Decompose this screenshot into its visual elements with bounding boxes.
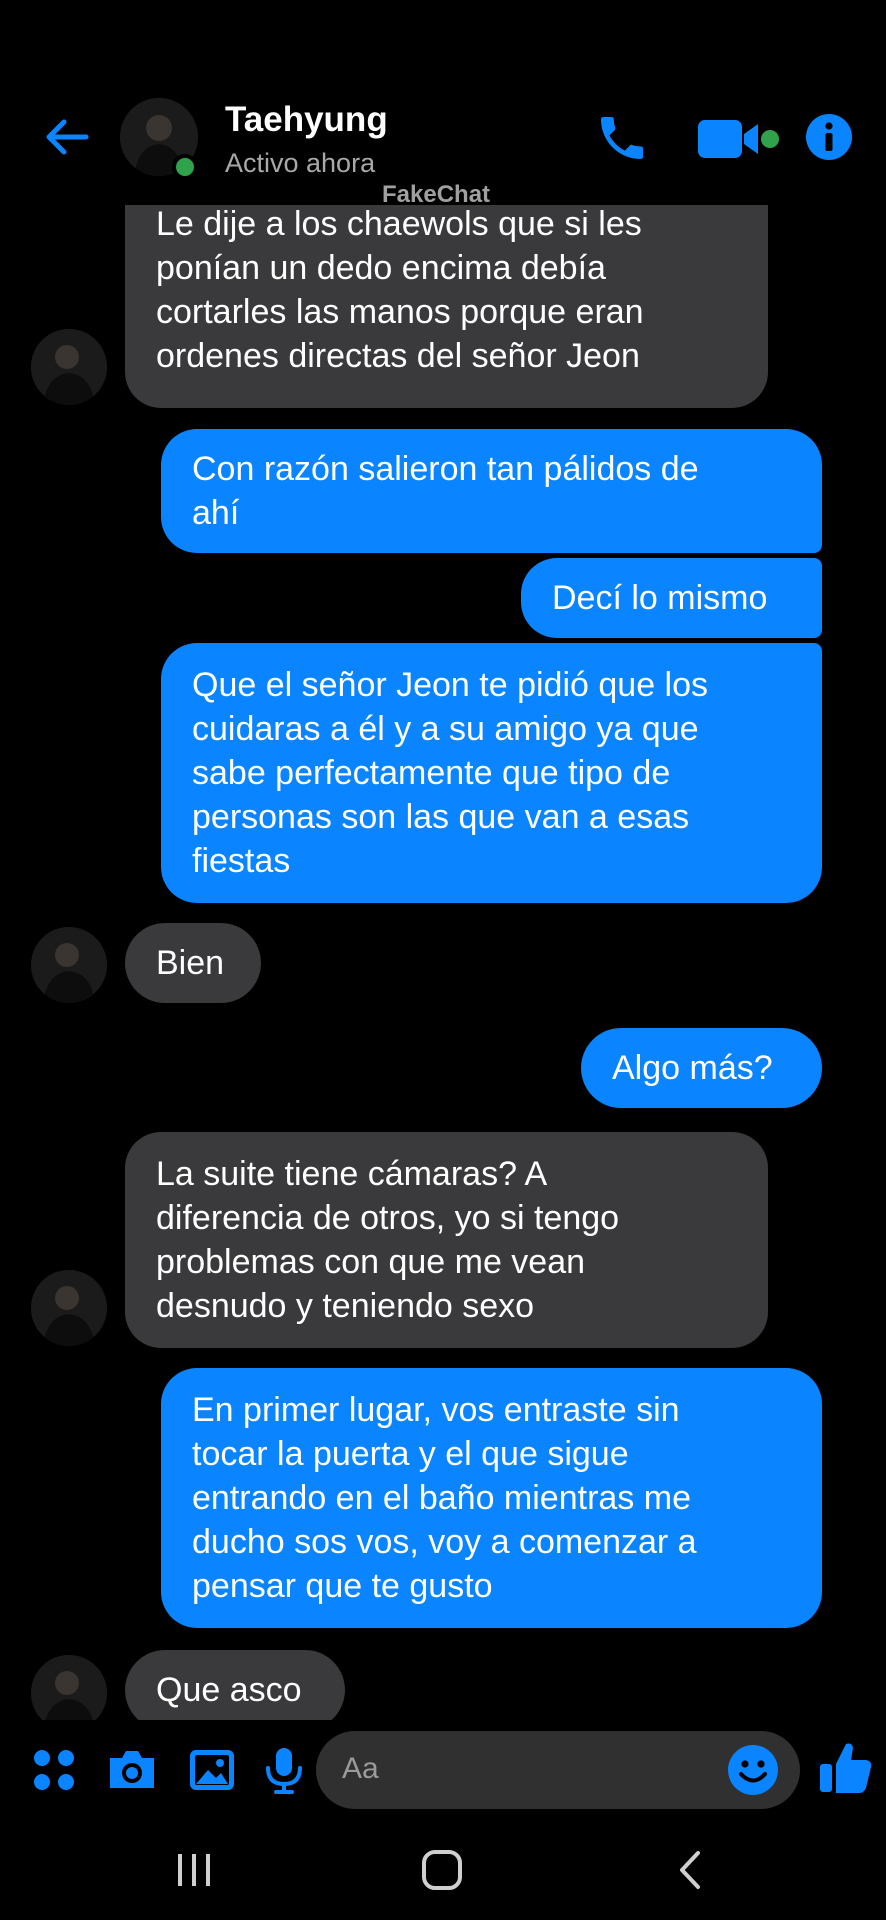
recent-apps-icon[interactable] [164,1845,224,1895]
sender-avatar[interactable] [31,1270,107,1346]
sender-avatar[interactable] [31,329,107,405]
message-bubble-outgoing[interactable]: Decí lo mismo [521,558,822,638]
microphone-icon[interactable] [256,1742,312,1798]
info-icon[interactable] [804,112,854,162]
image-icon[interactable] [184,1742,240,1798]
sender-avatar[interactable] [31,927,107,1003]
avatar-photo [31,1655,107,1720]
thumbs-up-icon[interactable] [816,1738,876,1798]
message-text: Que asco [156,1671,302,1709]
message-bubble-incoming[interactable]: Bien [125,923,261,1003]
sender-avatar[interactable] [31,1655,107,1720]
message-text: En primer lugar, vos entraste sin tocar … [192,1391,697,1605]
back-icon[interactable] [660,1845,720,1895]
back-arrow-icon[interactable] [40,110,94,164]
avatar-photo [31,927,107,1003]
emoji-icon[interactable] [726,1743,780,1797]
home-icon[interactable] [412,1845,472,1895]
message-bubble-outgoing[interactable]: Con razón salieron tan pálidos de ahí [161,429,822,553]
message-bubble-outgoing[interactable]: Algo más? [581,1028,822,1108]
video-call-icon[interactable] [696,114,782,164]
message-text: Decí lo mismo [552,579,768,617]
avatar-photo [31,1270,107,1346]
message-composer: Aa [0,1720,886,1820]
chat-header: Taehyung Activo ahora FakeChat [0,0,886,208]
watermark: FakeChat [382,181,491,208]
apps-icon[interactable] [26,1742,82,1798]
message-list[interactable]: Le dije a los chaewols que si les ponían… [0,205,886,1720]
message-bubble-incoming[interactable]: Que asco [125,1650,345,1720]
message-text: Con razón salieron tan pálidos de ahí [192,450,699,532]
message-input[interactable]: Aa [316,1731,800,1809]
camera-icon[interactable] [104,1742,160,1798]
message-input-placeholder: Aa [342,1752,379,1785]
message-bubble-outgoing[interactable]: Que el señor Jeon te pidió que los cuida… [161,643,822,903]
system-navigation-bar [0,1820,886,1920]
message-text: La suite tiene cámaras? A diferencia de … [156,1155,620,1325]
message-text: Le dije a los chaewols que si les ponían… [156,205,644,375]
message-bubble-incoming[interactable]: Le dije a los chaewols que si les ponían… [125,205,768,408]
message-text: Algo más? [612,1049,773,1087]
online-indicator [172,154,198,180]
contact-name[interactable]: Taehyung [225,100,388,140]
message-bubble-incoming[interactable]: La suite tiene cámaras? A diferencia de … [125,1132,768,1348]
message-bubble-outgoing[interactable]: En primer lugar, vos entraste sin tocar … [161,1368,822,1628]
contact-status: Activo ahora [225,148,376,178]
phone-call-icon[interactable] [594,110,650,166]
message-text: Que el señor Jeon te pidió que los cuida… [192,666,709,880]
avatar-photo [31,329,107,405]
message-text: Bien [156,944,225,982]
